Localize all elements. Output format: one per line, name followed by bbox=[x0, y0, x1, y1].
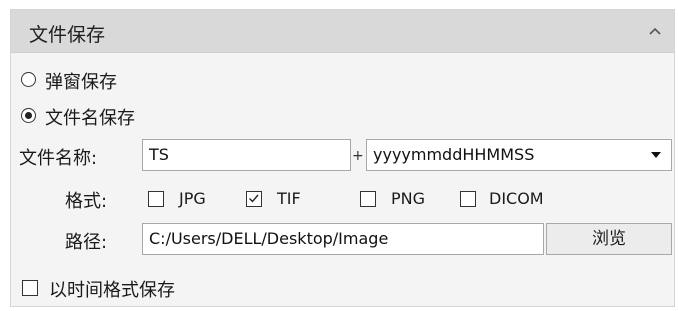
filename-row: 文件名称: TS + yyyymmddHHMMSS bbox=[11, 139, 674, 173]
file-save-panel: 文件保存 弹窗保存 文件名保存 文件名称: TS + yyyymmddHHMMS… bbox=[10, 9, 675, 307]
checkbox-jpg[interactable] bbox=[148, 191, 164, 207]
time-format-save-label: 以时间格式保存 bbox=[49, 280, 175, 301]
plus-separator: + bbox=[352, 148, 364, 164]
radio-button[interactable] bbox=[21, 108, 36, 123]
checkbox-time-format-save[interactable] bbox=[22, 280, 38, 296]
radio-filename-save-label: 文件名保存 bbox=[45, 108, 135, 129]
radio-button[interactable] bbox=[21, 72, 36, 87]
panel-header[interactable]: 文件保存 bbox=[11, 10, 674, 53]
format-dicom-label: DICOM bbox=[489, 189, 544, 208]
path-label: 路径: bbox=[65, 232, 108, 253]
checkbox-tif[interactable] bbox=[246, 191, 262, 207]
dropdown-arrow-icon bbox=[651, 152, 661, 158]
checkmark-icon bbox=[249, 194, 259, 203]
filename-format-value: yyyymmddHHMMSS bbox=[373, 145, 535, 164]
radio-popup-save[interactable]: 弹窗保存 bbox=[11, 66, 674, 94]
path-input[interactable]: C:/Users/DELL/Desktop/Image bbox=[142, 223, 544, 255]
format-tif-label: TIF bbox=[277, 189, 301, 208]
checkbox-png[interactable] bbox=[360, 191, 376, 207]
checkbox-dicom[interactable] bbox=[460, 191, 476, 207]
format-jpg-label: JPG bbox=[179, 189, 206, 208]
format-png-label: PNG bbox=[391, 189, 426, 208]
browse-button[interactable]: 浏览 bbox=[546, 223, 672, 255]
radio-filename-save[interactable]: 文件名保存 bbox=[11, 102, 674, 130]
time-format-save-row[interactable]: 以时间格式保存 bbox=[11, 274, 674, 302]
filename-format-select[interactable]: yyyymmddHHMMSS bbox=[366, 139, 672, 171]
path-row: 路径: C:/Users/DELL/Desktop/Image 浏览 bbox=[11, 223, 674, 257]
filename-input[interactable]: TS bbox=[142, 139, 351, 171]
chevron-up-icon[interactable] bbox=[644, 20, 666, 42]
filename-label: 文件名称: bbox=[19, 148, 98, 169]
format-row: 格式: JPG TIF PNG DICOM bbox=[11, 185, 674, 213]
format-label: 格式: bbox=[65, 191, 108, 212]
panel-title: 文件保存 bbox=[29, 24, 106, 46]
radio-popup-save-label: 弹窗保存 bbox=[45, 72, 117, 93]
